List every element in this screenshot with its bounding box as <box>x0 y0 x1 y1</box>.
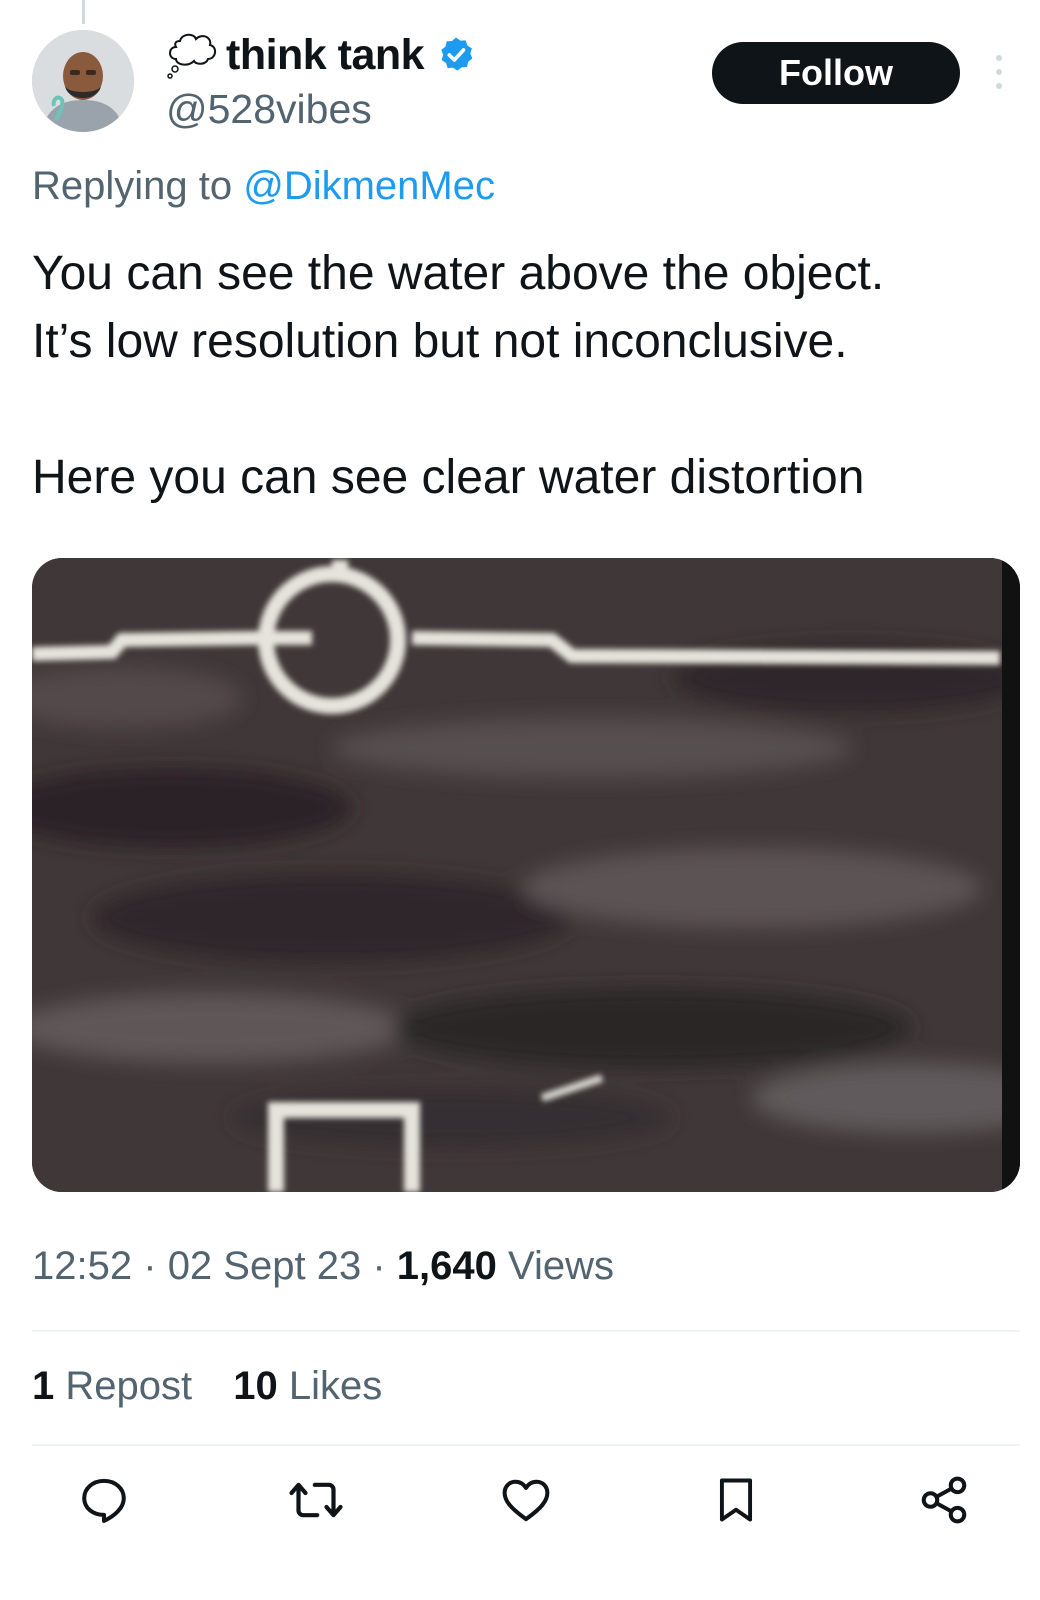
reposts-stat[interactable]: 1 Repost <box>32 1364 192 1408</box>
repost-button[interactable] <box>286 1470 346 1530</box>
verified-badge-icon[interactable] <box>436 35 476 75</box>
likes-count: 10 <box>233 1364 278 1408</box>
meta-separator: · <box>143 1244 157 1288</box>
share-button[interactable] <box>914 1470 974 1530</box>
share-icon <box>921 1476 967 1524</box>
tweet-line-2: It’s low resolution but not inconclusive… <box>32 315 848 368</box>
tweet-line-1: You can see the water above the object. <box>32 247 885 300</box>
author-handle[interactable]: @528vibes <box>166 86 372 133</box>
tweet-line-3: Here you can see clear water distortion <box>32 451 865 504</box>
action-bar <box>0 1470 1040 1540</box>
tweet-time[interactable]: 12:52 <box>32 1244 132 1288</box>
bookmark-icon <box>719 1478 753 1522</box>
meta-separator: · <box>372 1244 386 1288</box>
reposts-count: 1 <box>32 1364 55 1408</box>
divider <box>32 1444 1020 1446</box>
thought-bubble-icon <box>167 33 216 79</box>
avatar[interactable] <box>32 30 134 132</box>
replying-to: Replying to @DikmenMec <box>32 164 495 209</box>
tweet-date[interactable]: 02 Sept 23 <box>168 1244 362 1288</box>
tweet-text: You can see the water above the object. … <box>32 240 1022 512</box>
like-icon <box>502 1479 550 1522</box>
reply-button[interactable] <box>74 1470 134 1530</box>
more-icon[interactable] <box>990 52 1008 92</box>
display-name[interactable]: think tank <box>226 31 425 80</box>
divider <box>32 1330 1020 1332</box>
reply-to-handle-link[interactable]: @DikmenMec <box>243 164 495 208</box>
repost-icon <box>289 1482 343 1518</box>
replying-to-label: Replying to <box>32 164 244 208</box>
follow-button[interactable]: Follow <box>712 42 960 104</box>
engagement-stats: 1 Repost 10 Likes <box>32 1364 412 1409</box>
thread-connector-line <box>82 0 85 24</box>
like-button[interactable] <box>496 1470 556 1530</box>
reply-icon <box>82 1478 126 1523</box>
author-name-row: think tank <box>166 30 476 80</box>
avatar-image <box>32 30 134 132</box>
media-photo <box>32 558 1020 1192</box>
bookmark-button[interactable] <box>706 1470 766 1530</box>
tweet-meta: 12:52 · 02 Sept 23 · 1,640 Views <box>32 1244 614 1289</box>
reposts-label: Repost <box>65 1364 193 1408</box>
likes-label: Likes <box>288 1364 383 1408</box>
likes-stat[interactable]: 10 Likes <box>233 1364 382 1408</box>
views-label: Views <box>508 1244 614 1288</box>
views-count: 1,640 <box>396 1244 497 1288</box>
tweet-media-image[interactable] <box>32 558 1020 1192</box>
